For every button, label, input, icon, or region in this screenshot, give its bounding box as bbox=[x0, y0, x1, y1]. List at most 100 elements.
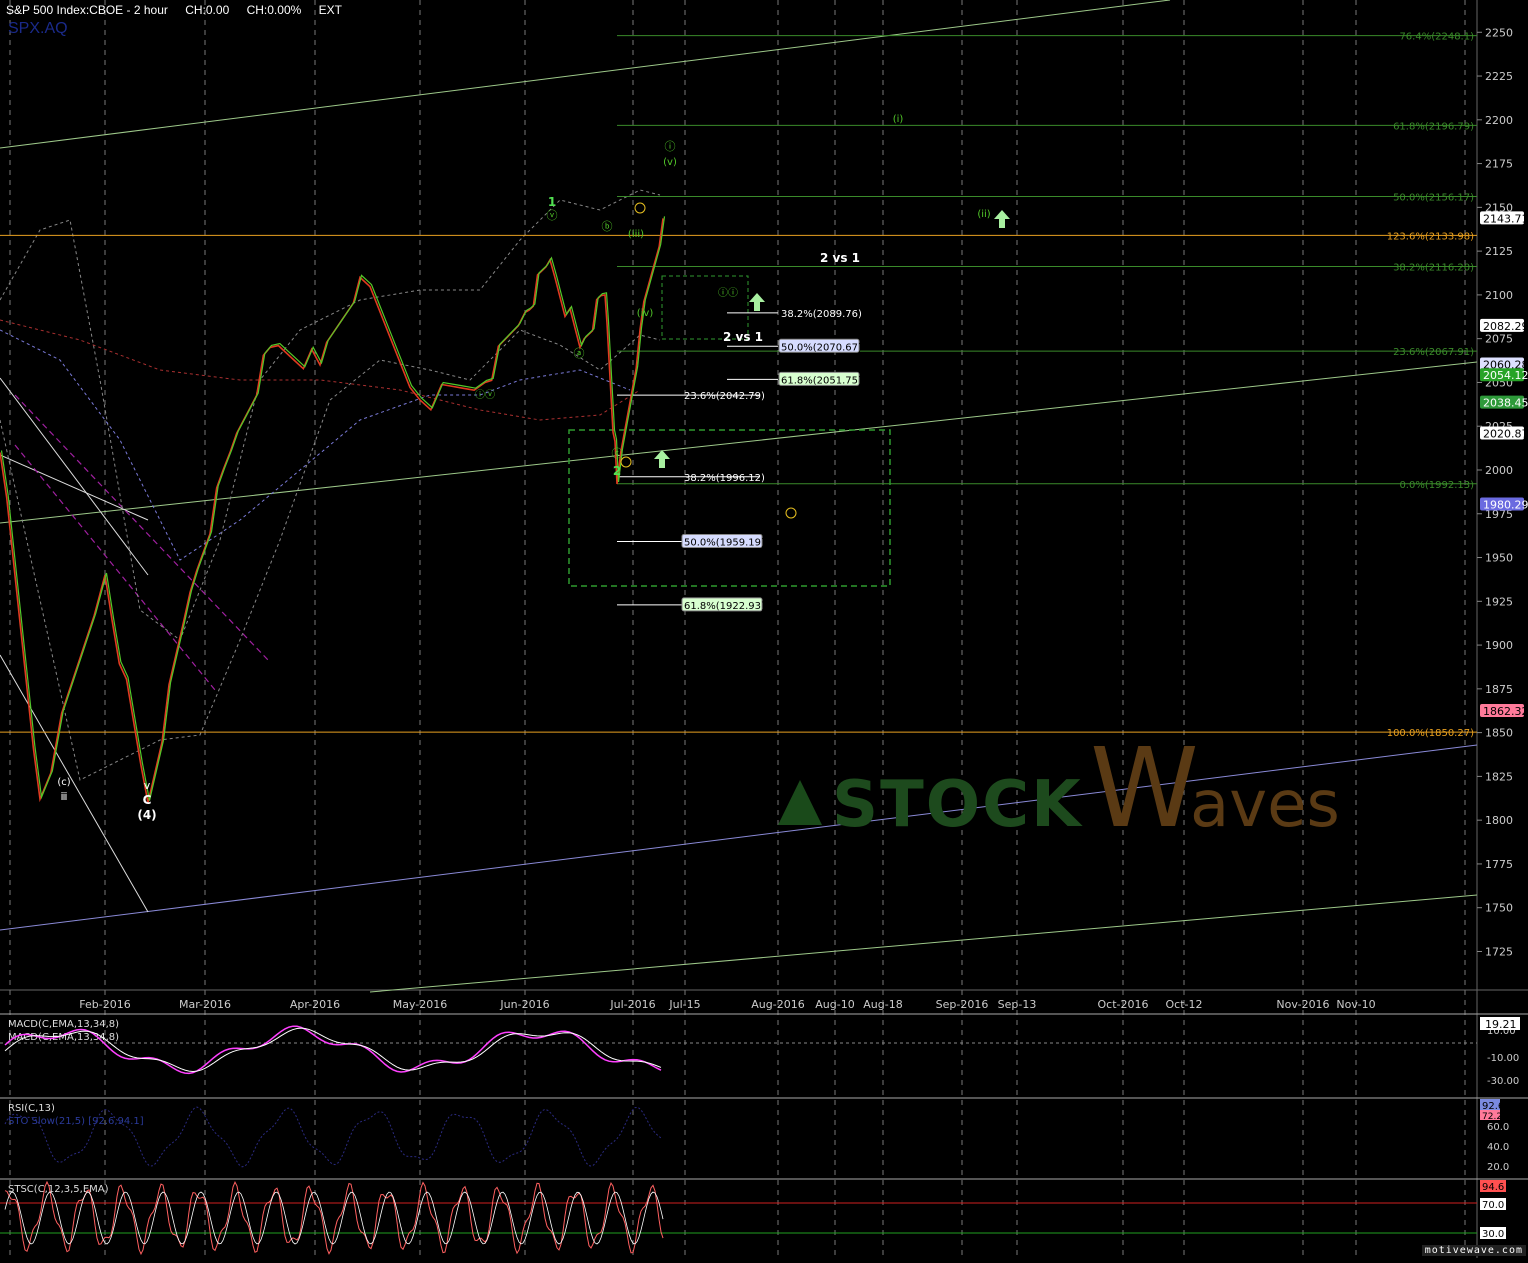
background bbox=[0, 0, 1528, 1258]
x-tick-label: Oct-2016 bbox=[1098, 998, 1149, 1011]
y-tick-label: 2000 bbox=[1485, 464, 1513, 477]
price-badge-label: 2054.12 bbox=[1483, 369, 1528, 382]
wave-label: ⓘ bbox=[665, 140, 676, 153]
wave-label: (ii) bbox=[977, 209, 990, 220]
brand-logo: motivewave.com bbox=[1421, 1245, 1526, 1256]
x-tick-label: Nov-10 bbox=[1336, 998, 1375, 1011]
panel-title: STSC(C,12,3,5,EMA) bbox=[8, 1184, 109, 1195]
chart-header: S&P 500 Index:CBOE - 2 hour CH:0.00 CH:0… bbox=[6, 3, 356, 17]
y-tick-label: 2250 bbox=[1485, 26, 1513, 39]
y-tick-label: 2125 bbox=[1485, 245, 1513, 258]
price-badge-label: 2038.45 bbox=[1483, 397, 1528, 410]
retrace-label: 38.2%(2089.76) bbox=[781, 309, 862, 320]
macd-badge-label: 19.21 bbox=[1485, 1018, 1517, 1031]
macd-tick-label: -10.00 bbox=[1487, 1053, 1519, 1064]
retrace-label: 61.8%(1922.93) bbox=[684, 601, 765, 612]
stsc-badge-label: 94.6 bbox=[1482, 1182, 1504, 1193]
price-badge-label: 2143.71 bbox=[1483, 212, 1528, 225]
wave-label: ⓐ bbox=[574, 347, 585, 360]
y-tick-label: 1850 bbox=[1485, 727, 1513, 740]
y-tick-label: 1750 bbox=[1485, 902, 1513, 915]
fib-level-label: 100.0%(1850.27) bbox=[1387, 728, 1474, 739]
main-chart[interactable]: 1725 1750 1775 1800 1825 1850 1875 1900 1925 1950… bbox=[0, 0, 1528, 1258]
panel-title: MACD(C,EMA,13,34,8) bbox=[8, 1019, 119, 1030]
x-tick-label: Sep-2016 bbox=[936, 998, 989, 1011]
change-percent: CH:0.00% bbox=[246, 3, 302, 17]
y-tick-label: 2175 bbox=[1485, 158, 1513, 171]
watermark-aves: aves bbox=[1190, 768, 1340, 842]
chart-root: 1725 1750 1775 1800 1825 1850 1875 1900 1925 1950… bbox=[0, 0, 1528, 1258]
y-tick-label: 1775 bbox=[1485, 858, 1513, 871]
retrace-label: 23.6%(2042.79) bbox=[684, 391, 765, 402]
rsi-badge-2-label: 72.2 bbox=[1482, 1112, 1502, 1122]
session-label: EXT bbox=[318, 3, 342, 17]
wave-label: (i) bbox=[893, 114, 904, 125]
stsc-badge-2-label: 70.0 bbox=[1482, 1200, 1504, 1211]
wave-label: C bbox=[143, 793, 152, 807]
x-tick-label: May-2016 bbox=[393, 998, 448, 1011]
retrace-label: 61.8%(2051.75) bbox=[781, 375, 862, 386]
fib-level-label: 38.2%(2116.20) bbox=[1393, 263, 1474, 274]
fib-level-label: 76.4%(2248.1) bbox=[1399, 32, 1474, 43]
x-tick-label: Feb-2016 bbox=[79, 998, 130, 1011]
fib-level-label: 61.8%(2196.79) bbox=[1393, 121, 1474, 132]
x-tick-label: Oct-12 bbox=[1166, 998, 1203, 1011]
retrace-label: 50.0%(2070.67) bbox=[781, 342, 862, 353]
wave-label: (iv) bbox=[637, 308, 654, 319]
wave-label: 2 vs 1 bbox=[820, 251, 860, 265]
x-tick-label: Jun-2016 bbox=[499, 998, 549, 1011]
y-tick-label: 2100 bbox=[1485, 289, 1513, 302]
x-tick-label: Sep-13 bbox=[998, 998, 1037, 1011]
x-tick-label: Apr-2016 bbox=[290, 998, 340, 1011]
wave-label: (c) bbox=[57, 777, 70, 788]
wave-label: (iii) bbox=[628, 229, 644, 240]
rsi-tick-label: 40.0 bbox=[1487, 1142, 1509, 1153]
y-tick-label: 2225 bbox=[1485, 70, 1513, 83]
y-tick-label: 1825 bbox=[1485, 770, 1513, 783]
wave-label: (4) bbox=[137, 808, 156, 822]
y-tick-label: 2075 bbox=[1485, 333, 1513, 346]
fib-level-label: 123.6%(2133.98) bbox=[1387, 231, 1474, 242]
rsi-tick-label: 20.0 bbox=[1487, 1162, 1509, 1173]
wave-label: ⓘⓘ bbox=[718, 287, 738, 299]
x-tick-label: Aug-18 bbox=[863, 998, 902, 1011]
wave-label: ⓑ bbox=[602, 220, 613, 233]
y-tick-label: 1725 bbox=[1485, 945, 1513, 958]
retrace-label: 38.2%(1996.12) bbox=[684, 473, 765, 484]
fib-level-label: 0.0%(1992.13) bbox=[1399, 480, 1474, 491]
price-badge-label: 1862.32 bbox=[1483, 705, 1528, 718]
macd-tick-label: -30.00 bbox=[1487, 1076, 1519, 1087]
wave-label: 1 bbox=[548, 195, 556, 209]
watermark-w: W bbox=[1090, 724, 1199, 852]
y-tick-label: 1950 bbox=[1485, 552, 1513, 565]
wave-label: ⅲ bbox=[60, 790, 67, 803]
fib-level-label: 50.0%(2156.17) bbox=[1393, 193, 1474, 204]
wave-label: (v) bbox=[663, 157, 677, 168]
price-badge-label: 1980.29 bbox=[1483, 498, 1528, 511]
wave-label: ⓥ bbox=[547, 209, 558, 222]
y-tick-label: 1875 bbox=[1485, 683, 1513, 696]
x-tick-label: Mar-2016 bbox=[179, 998, 231, 1011]
x-tick-label: Jul-15 bbox=[668, 998, 700, 1011]
chart-title: S&P 500 Index:CBOE - 2 hour bbox=[6, 3, 168, 17]
y-tick-label: 1925 bbox=[1485, 595, 1513, 608]
x-tick-label: Aug-10 bbox=[815, 998, 854, 1011]
stsc-badge-3-label: 30.0 bbox=[1482, 1229, 1504, 1240]
retrace-label: 50.0%(1959.19) bbox=[684, 537, 765, 548]
y-tick-label: 1800 bbox=[1485, 814, 1513, 827]
price-badge-label: 2020.87 bbox=[1483, 427, 1528, 440]
panel-title: RSI(C,13) bbox=[8, 1103, 55, 1114]
y-tick-label: 1900 bbox=[1485, 639, 1513, 652]
wave-label: 2 bbox=[613, 464, 621, 478]
x-tick-label: Nov-2016 bbox=[1276, 998, 1329, 1011]
y-tick-label: 2200 bbox=[1485, 114, 1513, 127]
wave-label: ⓘⓥ bbox=[475, 389, 495, 401]
price-badge-label: 2082.29 bbox=[1483, 320, 1528, 333]
wave-label: ⅴ bbox=[144, 779, 151, 792]
wave-label: 2 vs 1 bbox=[723, 330, 763, 344]
wave-label: ⓒ bbox=[612, 447, 623, 460]
symbol-label: SPX.AQ bbox=[8, 20, 68, 37]
rsi-tick-label: 60.0 bbox=[1487, 1122, 1509, 1133]
x-tick-label: Aug-2016 bbox=[751, 998, 804, 1011]
watermark-stock: STOCK bbox=[832, 768, 1083, 842]
